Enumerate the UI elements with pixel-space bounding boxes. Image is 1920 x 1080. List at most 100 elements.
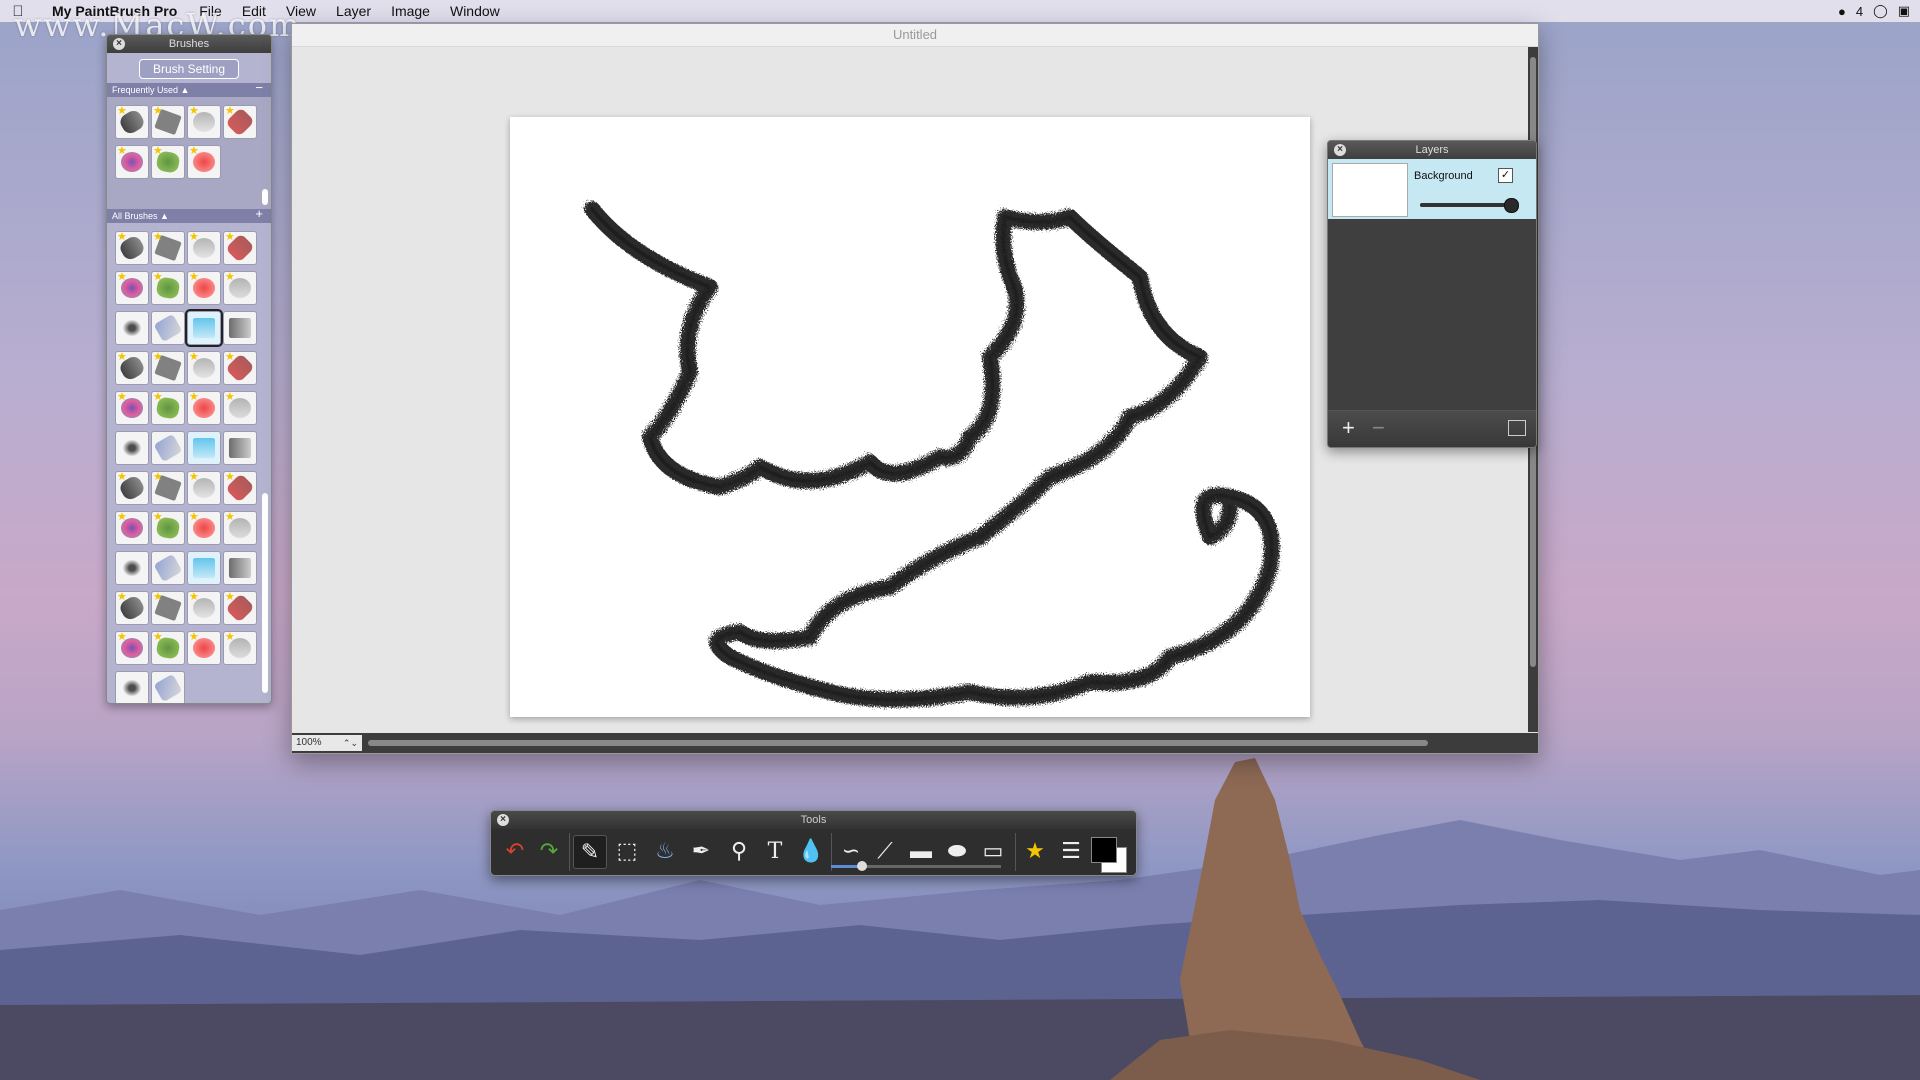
brush-preset[interactable]: ★ bbox=[223, 591, 257, 625]
brush-preset[interactable]: ★ bbox=[115, 391, 149, 425]
brush-preset[interactable]: ★ bbox=[187, 591, 221, 625]
brush-preset[interactable] bbox=[151, 431, 185, 465]
brush-preset[interactable]: ★ bbox=[223, 631, 257, 665]
brush-preset[interactable]: ★ bbox=[115, 631, 149, 665]
brush-preset[interactable]: ★ bbox=[187, 471, 221, 505]
brushes-title-bar[interactable]: × Brushes bbox=[107, 35, 271, 53]
brush-preset[interactable] bbox=[115, 431, 149, 465]
brush-preset[interactable]: ★ bbox=[115, 271, 149, 305]
brush-preset[interactable] bbox=[187, 431, 221, 465]
brush-preset[interactable]: ★ bbox=[151, 231, 185, 265]
brush-preset[interactable]: ★ bbox=[151, 591, 185, 625]
brush-preset[interactable]: ★ bbox=[223, 391, 257, 425]
brush-preset[interactable]: ★ bbox=[151, 631, 185, 665]
brush-preset[interactable]: ★ bbox=[187, 145, 221, 179]
layer-image-icon[interactable] bbox=[1508, 420, 1526, 436]
menu-window[interactable]: Window bbox=[440, 3, 510, 19]
undo-icon[interactable]: ↶ bbox=[499, 835, 531, 867]
brush-preset[interactable]: ★ bbox=[223, 231, 257, 265]
close-icon[interactable]: × bbox=[113, 38, 125, 50]
brush-preset[interactable] bbox=[223, 551, 257, 585]
brush-preset[interactable]: ★ bbox=[115, 511, 149, 545]
brush-preset[interactable] bbox=[151, 311, 185, 345]
brush-icon[interactable]: ✎ bbox=[573, 835, 607, 869]
fill-icon[interactable]: ♨ bbox=[649, 835, 681, 867]
opacity-knob[interactable] bbox=[1504, 198, 1520, 213]
tools-title-bar[interactable]: × Tools bbox=[491, 811, 1136, 829]
brush-preset[interactable]: ★ bbox=[151, 511, 185, 545]
close-icon[interactable]: × bbox=[1334, 144, 1346, 156]
brush-preset[interactable]: ★ bbox=[223, 271, 257, 305]
brush-preset[interactable]: ★ bbox=[187, 105, 221, 139]
zoom-stepper-icon[interactable]: ⌃⌄ bbox=[343, 735, 358, 751]
brush-preset[interactable]: ★ bbox=[223, 471, 257, 505]
layers-icon[interactable]: ☰ bbox=[1055, 835, 1087, 867]
brush-preset[interactable]: ★ bbox=[151, 391, 185, 425]
line-icon[interactable]: ⟋ bbox=[869, 835, 901, 867]
brush-preset[interactable] bbox=[151, 551, 185, 585]
redo-icon[interactable]: ↷ bbox=[533, 835, 565, 867]
layers-title-bar[interactable]: × Layers bbox=[1328, 141, 1536, 159]
brush-preset[interactable]: ★ bbox=[115, 145, 149, 179]
brush-preset[interactable]: ★ bbox=[187, 511, 221, 545]
frequently-used-header[interactable]: Frequently Used ▲ − bbox=[107, 81, 271, 97]
eyedropper-icon[interactable]: ✒ bbox=[685, 835, 717, 867]
brush-preset[interactable]: ★ bbox=[115, 471, 149, 505]
brush-preset[interactable]: ★ bbox=[151, 105, 185, 139]
layer-opacity-slider[interactable] bbox=[1420, 198, 1520, 213]
stroke-size-knob[interactable] bbox=[856, 861, 867, 871]
brush-preset[interactable]: ★ bbox=[187, 631, 221, 665]
brush-preset[interactable]: ★ bbox=[223, 351, 257, 385]
remove-layer-button[interactable]: − bbox=[1372, 417, 1385, 439]
brush-preset[interactable]: ★ bbox=[223, 511, 257, 545]
brush-preset[interactable] bbox=[151, 671, 185, 703]
brush-preset[interactable]: ★ bbox=[115, 591, 149, 625]
zoom-field[interactable]: 100% ⌃⌄ bbox=[292, 735, 362, 751]
document-horizontal-scrollbar[interactable] bbox=[368, 740, 1428, 746]
menu-extra-icon[interactable]: ▣ bbox=[1898, 3, 1910, 19]
text-icon[interactable]: T bbox=[759, 835, 791, 867]
drawing-canvas[interactable] bbox=[510, 117, 1310, 717]
brush-preset[interactable] bbox=[223, 311, 257, 345]
foreground-color-well[interactable] bbox=[1091, 837, 1117, 863]
brush-preset[interactable]: ★ bbox=[151, 471, 185, 505]
menu-layer[interactable]: Layer bbox=[326, 3, 381, 19]
brush-preset[interactable]: ★ bbox=[115, 351, 149, 385]
layer-visibility-checkbox[interactable]: ✓ bbox=[1498, 168, 1513, 183]
brush-preset[interactable]: ★ bbox=[187, 271, 221, 305]
close-icon[interactable]: × bbox=[497, 814, 509, 826]
brush-preset[interactable] bbox=[115, 671, 149, 703]
all-brushes-scrollbar[interactable] bbox=[262, 493, 268, 693]
wechat-icon[interactable]: ● bbox=[1838, 4, 1846, 19]
zoom-icon[interactable]: ⚲ bbox=[723, 835, 755, 867]
chat-icon[interactable]: ◯ bbox=[1873, 3, 1888, 19]
brush-preset[interactable] bbox=[115, 311, 149, 345]
brush-setting-button[interactable]: Brush Setting bbox=[139, 59, 239, 79]
plus-icon[interactable]: + bbox=[255, 207, 263, 221]
brush-preset[interactable]: ★ bbox=[151, 351, 185, 385]
layer-row[interactable]: Background ✓ bbox=[1328, 159, 1536, 219]
drop-icon[interactable]: 💧 bbox=[795, 835, 827, 867]
brush-preset[interactable]: ★ bbox=[151, 145, 185, 179]
brush-preset[interactable]: ★ bbox=[187, 391, 221, 425]
brush-preset[interactable] bbox=[115, 551, 149, 585]
brush-preset[interactable] bbox=[185, 309, 223, 347]
minus-icon[interactable]: − bbox=[255, 81, 263, 95]
effects-icon[interactable]: ★ bbox=[1019, 835, 1051, 867]
brush-preset[interactable]: ★ bbox=[115, 105, 149, 139]
stroke-size-slider[interactable] bbox=[831, 861, 1001, 871]
brush-preset[interactable]: ★ bbox=[223, 105, 257, 139]
menu-image[interactable]: Image bbox=[381, 3, 440, 19]
freq-scrollbar[interactable] bbox=[262, 189, 268, 205]
brush-preset[interactable]: ★ bbox=[151, 271, 185, 305]
brush-preset[interactable]: ★ bbox=[115, 231, 149, 265]
brush-preset[interactable]: ★ bbox=[187, 231, 221, 265]
selection-icon[interactable]: ⬚ bbox=[611, 835, 643, 867]
brush-preset[interactable] bbox=[223, 431, 257, 465]
add-layer-button[interactable]: + bbox=[1342, 417, 1355, 439]
rectangle-icon[interactable]: ▬ bbox=[905, 835, 937, 867]
ellipse-icon[interactable]: ⬬ bbox=[941, 835, 973, 867]
document-title[interactable]: Untitled bbox=[292, 24, 1538, 47]
rounded-rect-icon[interactable]: ▭ bbox=[977, 835, 1009, 867]
brush-preset[interactable]: ★ bbox=[187, 351, 221, 385]
